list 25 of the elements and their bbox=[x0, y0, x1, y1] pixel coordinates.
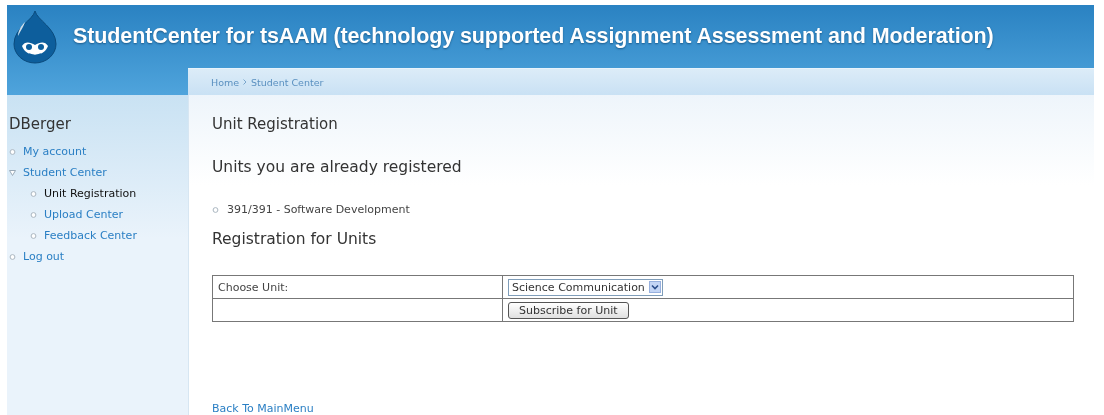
bullet-icon bbox=[30, 211, 37, 218]
chevron-icon bbox=[243, 79, 248, 85]
menu-link[interactable]: Log out bbox=[23, 250, 65, 263]
bullet-icon bbox=[30, 232, 37, 239]
dropdown-arrow-icon bbox=[648, 281, 661, 293]
breadcrumb-link[interactable]: Home bbox=[211, 76, 240, 88]
drop-logo-icon bbox=[11, 9, 59, 64]
menu-link[interactable]: Student Center bbox=[23, 166, 107, 179]
bullet-icon bbox=[30, 190, 37, 197]
breadcrumb-link[interactable]: Student Center bbox=[251, 76, 324, 88]
site-title: StudentCenter for tsAAM (technology supported Assignment Assessment and Moderation) bbox=[73, 24, 994, 49]
page-title: Unit Registration bbox=[212, 115, 339, 133]
section-heading: Units you are already registered bbox=[212, 158, 463, 176]
unit-dropdown[interactable]: Science Communication bbox=[508, 278, 663, 296]
section-heading: Registration for Units bbox=[212, 230, 378, 248]
bullet-icon bbox=[212, 206, 219, 213]
form-label: Choose Unit: bbox=[212, 275, 503, 299]
menu-link[interactable]: My account bbox=[23, 145, 87, 158]
menu-link[interactable]: Unit Registration bbox=[44, 187, 137, 200]
user-name: DBerger bbox=[9, 115, 72, 133]
menu-link[interactable]: Upload Center bbox=[44, 208, 124, 221]
menu-link[interactable]: Feedback Center bbox=[44, 229, 137, 242]
subscribe-button[interactable]: Subscribe for Unit bbox=[508, 301, 629, 319]
back-link[interactable]: Back To MainMenu bbox=[212, 402, 314, 415]
registered-unit: 391/391 - Software Development bbox=[227, 203, 410, 216]
